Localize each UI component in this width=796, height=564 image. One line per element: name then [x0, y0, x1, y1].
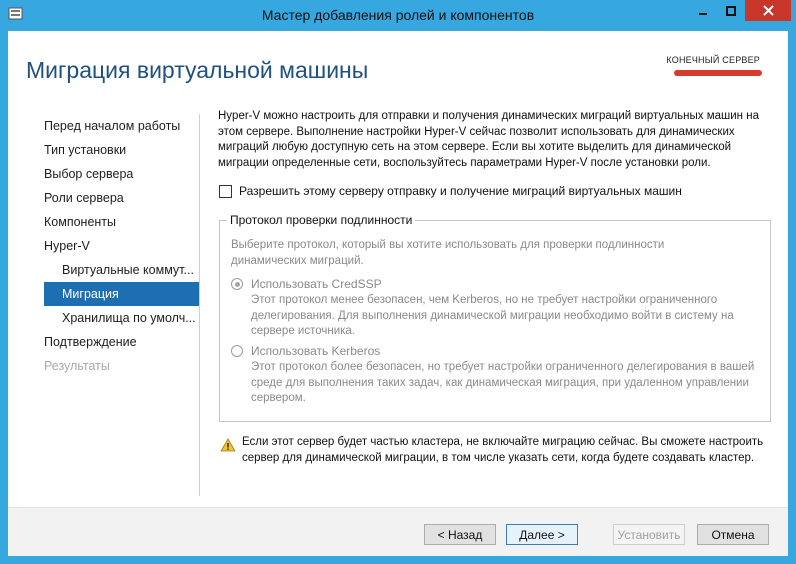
maximize-icon [725, 5, 736, 16]
wizard-client-area: Миграция виртуальной машины КОНЕЧНЫЙ СЕР… [8, 31, 788, 556]
nav-item-confirmation[interactable]: Подтверждение [44, 330, 199, 354]
credssp-label[interactable]: Использовать CredSSP [251, 277, 382, 291]
nav-item-results: Результаты [44, 359, 110, 373]
auth-protocol-description: Выберите протокол, который вы хотите исп… [231, 239, 665, 267]
allow-migration-row[interactable]: Разрешить этому серверу отправку и получ… [219, 184, 682, 198]
kerberos-description: Этот протокол более безопасен, но требуе… [251, 361, 755, 404]
kerberos-option[interactable]: Использовать Kerberos [231, 344, 380, 358]
destination-server-name-redacted [674, 70, 762, 76]
intro-text: Hyper-V можно настроить для отправки и п… [218, 110, 759, 169]
nav-item-hyper-v[interactable]: Hyper-V [44, 234, 199, 258]
back-button[interactable]: < Назад [424, 524, 496, 545]
nav-item-features[interactable]: Компоненты [44, 210, 199, 234]
wizard-footer: < Назад Далее > Установить Отмена [8, 508, 788, 556]
cancel-button[interactable]: Отмена [697, 524, 769, 545]
wizard-navigation: Перед началом работы Тип установки Выбор… [44, 114, 199, 378]
warning-icon [220, 438, 236, 452]
sidebar-divider [199, 114, 200, 496]
wizard-window: Мастер добавления ролей и компонентов Ми… [0, 0, 796, 564]
minimize-icon [698, 12, 707, 15]
credssp-description: Этот протокол менее безопасен, чем Kerbe… [251, 294, 734, 337]
next-button[interactable]: Далее > [506, 524, 578, 545]
migration-content: Hyper-V можно настроить для отправки и п… [218, 109, 774, 464]
close-button[interactable] [745, 0, 791, 21]
allow-migration-label[interactable]: Разрешить этому серверу отправку и получ… [239, 184, 682, 198]
nav-item-migration[interactable]: Миграция [44, 282, 199, 306]
nav-item-server-selection[interactable]: Выбор сервера [44, 162, 199, 186]
nav-item-default-stores[interactable]: Хранилища по умолч... [44, 306, 199, 330]
page-title: Миграция виртуальной машины [26, 57, 369, 83]
nav-item-virtual-switches[interactable]: Виртуальные коммут... [44, 258, 199, 282]
kerberos-radio[interactable] [231, 345, 243, 357]
destination-server-label: КОНЕЧНЫЙ СЕРВЕР [666, 55, 760, 65]
title-bar[interactable]: Мастер добавления ролей и компонентов [0, 0, 796, 30]
window-title: Мастер добавления ролей и компонентов [261, 7, 535, 23]
nav-item-server-roles[interactable]: Роли сервера [44, 186, 199, 210]
credssp-radio[interactable] [231, 278, 243, 290]
install-button: Установить [613, 524, 685, 545]
allow-migration-checkbox[interactable] [219, 184, 232, 198]
nav-item-installation-type[interactable]: Тип установки [44, 138, 199, 162]
nav-item-before-you-begin[interactable]: Перед началом работы [44, 114, 199, 138]
minimize-button[interactable] [689, 0, 716, 21]
cluster-warning-text: Если этот сервер будет частью кластера, … [242, 436, 764, 464]
close-icon [762, 5, 774, 16]
radio-selected-dot [234, 281, 240, 287]
auth-protocol-legend: Протокол проверки подлинности [227, 213, 416, 227]
kerberos-label[interactable]: Использовать Kerberos [251, 344, 380, 358]
auth-protocol-group: Протокол проверки подлинности Выберите п… [219, 213, 771, 422]
credssp-option[interactable]: Использовать CredSSP [231, 277, 382, 291]
maximize-button[interactable] [717, 0, 744, 21]
